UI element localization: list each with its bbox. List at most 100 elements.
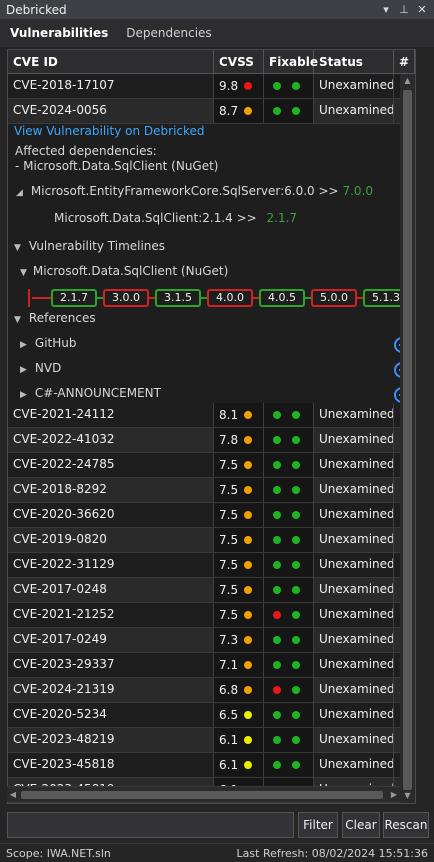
- status-cell[interactable]: Unexamined: [314, 678, 394, 702]
- table-row[interactable]: CVE-2023-293377.1Unexamined2: [8, 653, 415, 678]
- status-cell[interactable]: Unexamined: [314, 453, 394, 477]
- status-cell[interactable]: Unexamined: [314, 403, 394, 427]
- table-row[interactable]: CVE-2021-241128.1Unexamined1: [8, 403, 415, 428]
- scroll-down-icon[interactable]: ▼: [400, 789, 415, 803]
- vertical-scrollbar[interactable]: ▲ ▼: [400, 74, 415, 803]
- version-box[interactable]: 3.0.0: [103, 289, 149, 307]
- table-row[interactable]: CVE-2021-212527.5Unexamined1: [8, 603, 415, 628]
- status-cell[interactable]: Unexamined: [314, 428, 394, 452]
- tab-dependencies[interactable]: Dependencies: [126, 26, 211, 40]
- cvss-cell: 7.8: [214, 428, 264, 452]
- status-cell[interactable]: Unexamined: [314, 74, 394, 98]
- table-row[interactable]: CVE-2018-171079.8Unexamined1: [8, 74, 415, 99]
- table-row[interactable]: CVE-2020-366207.5Unexamined1: [8, 503, 415, 528]
- dropdown-icon[interactable]: ▾: [380, 3, 392, 16]
- version-box[interactable]: 5.0.0: [311, 289, 357, 307]
- version-box[interactable]: 3.1.5: [155, 289, 201, 307]
- reference-item[interactable]: ▶ NVD: [20, 361, 61, 375]
- expand-triangle-icon[interactable]: ▶: [20, 390, 27, 400]
- status-cell[interactable]: Unexamined: [314, 578, 394, 602]
- close-icon[interactable]: ✕: [416, 3, 428, 16]
- version-box[interactable]: 2.1.7: [51, 289, 97, 307]
- scroll-right-icon[interactable]: ▶: [388, 787, 400, 803]
- col-header-fixable[interactable]: Fixable: [264, 50, 318, 74]
- view-on-debricked-link[interactable]: View Vulnerability on Debricked: [14, 124, 205, 138]
- chevron-down-icon[interactable]: ▼: [20, 268, 27, 278]
- severity-dot-icon: [244, 536, 253, 544]
- timeline-package[interactable]: ▼ Microsoft.Data.SqlClient (NuGet): [20, 264, 228, 278]
- expand-triangle-icon[interactable]: ▶: [20, 340, 27, 350]
- version-box[interactable]: 4.0.5: [259, 289, 305, 307]
- fixable-dot-icon: [292, 736, 300, 744]
- dependency-tree-child: Microsoft.Data.SqlClient:2.1.4 >> 2.1.7: [54, 211, 298, 225]
- chevron-down-icon[interactable]: ▼: [14, 315, 21, 325]
- filter-input[interactable]: [7, 812, 294, 838]
- table-row[interactable]: CVE-2017-02497.3Unexamined1: [8, 628, 415, 653]
- cve-id: CVE-2017-0248: [8, 578, 214, 602]
- col-header-cvss[interactable]: CVSS: [214, 50, 264, 74]
- status-cell[interactable]: Unexamined: [314, 503, 394, 527]
- filter-button[interactable]: Filter: [298, 812, 338, 838]
- dependency-tree-root[interactable]: ◢ Microsoft.EntityFrameworkCore.SqlServer…: [16, 184, 373, 198]
- severity-dot-icon: [244, 561, 253, 569]
- cvss-cell: 7.5: [214, 528, 264, 552]
- scroll-up-icon[interactable]: ▲: [400, 74, 415, 88]
- fixable-dot-icon: [273, 486, 281, 494]
- fixable-dot-icon: [292, 511, 300, 519]
- severity-dot-icon: [244, 586, 253, 594]
- status-cell[interactable]: Unexamined: [314, 478, 394, 502]
- tab-vulnerabilities[interactable]: Vulnerabilities: [10, 26, 108, 40]
- rescan-button[interactable]: Rescan: [383, 812, 429, 838]
- scroll-thumb[interactable]: [403, 90, 412, 790]
- horizontal-scrollbar[interactable]: ◀ ▶: [7, 786, 400, 802]
- status-cell[interactable]: Unexamined: [314, 603, 394, 627]
- col-header-status[interactable]: Status: [314, 50, 394, 74]
- table-row[interactable]: CVE-2023-482196.1Unexamined1: [8, 728, 415, 753]
- fixable-dot-icon: [273, 636, 281, 644]
- status-cell[interactable]: Unexamined: [314, 703, 394, 727]
- status-cell[interactable]: Unexamined: [314, 628, 394, 652]
- fixable-dot-icon: [292, 711, 300, 719]
- table-row[interactable]: CVE-2022-247857.5Unexamined1: [8, 453, 415, 478]
- fixable-cell: [264, 74, 314, 98]
- severity-dot-icon: [244, 107, 253, 115]
- severity-dot-icon: [244, 82, 253, 90]
- status-cell[interactable]: Unexamined: [314, 728, 394, 752]
- timelines-section[interactable]: ▼ Vulnerability Timelines: [14, 239, 165, 253]
- fixable-dot-icon: [292, 636, 300, 644]
- hscroll-thumb[interactable]: [21, 791, 383, 799]
- severity-dot-icon: [244, 636, 253, 644]
- table-row[interactable]: CVE-2017-02487.5Unexamined1: [8, 578, 415, 603]
- references-section[interactable]: ▼ References: [14, 311, 96, 325]
- status-cell[interactable]: Unexamined: [314, 553, 394, 577]
- table-row[interactable]: CVE-2018-82927.5Unexamined1: [8, 478, 415, 503]
- last-refresh-label: Last Refresh: 08/02/2024 15:51:36: [236, 846, 428, 860]
- scroll-left-icon[interactable]: ◀: [7, 787, 19, 803]
- table-row[interactable]: CVE-2023-458186.1Unexamined1: [8, 753, 415, 778]
- status-cell[interactable]: Unexamined: [314, 99, 394, 123]
- table-row[interactable]: CVE-2022-410327.8Unexamined1: [8, 428, 415, 453]
- table-row[interactable]: CVE-2020-52346.5Unexamined1: [8, 703, 415, 728]
- pin-icon[interactable]: ⊥: [398, 3, 410, 16]
- expand-triangle-icon[interactable]: ▶: [20, 365, 27, 375]
- chevron-down-icon[interactable]: ▼: [14, 243, 21, 253]
- table-row[interactable]: CVE-2024-00568.7Unexamined1: [8, 99, 415, 124]
- collapse-triangle-icon[interactable]: ◢: [16, 188, 23, 198]
- cvss-cell: 7.5: [214, 453, 264, 477]
- cvss-score: 6.1: [219, 733, 239, 747]
- status-cell[interactable]: Unexamined: [314, 528, 394, 552]
- cve-id: CVE-2024-21319: [8, 678, 214, 702]
- table-row[interactable]: CVE-2024-213196.8Unexamined2: [8, 678, 415, 703]
- status-cell[interactable]: Unexamined: [314, 753, 394, 777]
- clear-button[interactable]: Clear: [342, 812, 380, 838]
- col-header-count[interactable]: #: [394, 50, 415, 74]
- reference-item[interactable]: ▶ C#-ANNOUNCEMENT: [20, 386, 161, 400]
- reference-item[interactable]: ▶ GitHub: [20, 336, 77, 350]
- version-box[interactable]: 4.0.0: [207, 289, 253, 307]
- col-header-cve[interactable]: CVE ID: [8, 50, 214, 74]
- status-cell[interactable]: Unexamined: [314, 653, 394, 677]
- table-row[interactable]: CVE-2019-08207.5Unexamined1: [8, 528, 415, 553]
- table-row[interactable]: CVE-2022-311297.5Unexamined1: [8, 553, 415, 578]
- fixable-dot-icon: [292, 561, 300, 569]
- cvss-cell: 9.8: [214, 74, 264, 98]
